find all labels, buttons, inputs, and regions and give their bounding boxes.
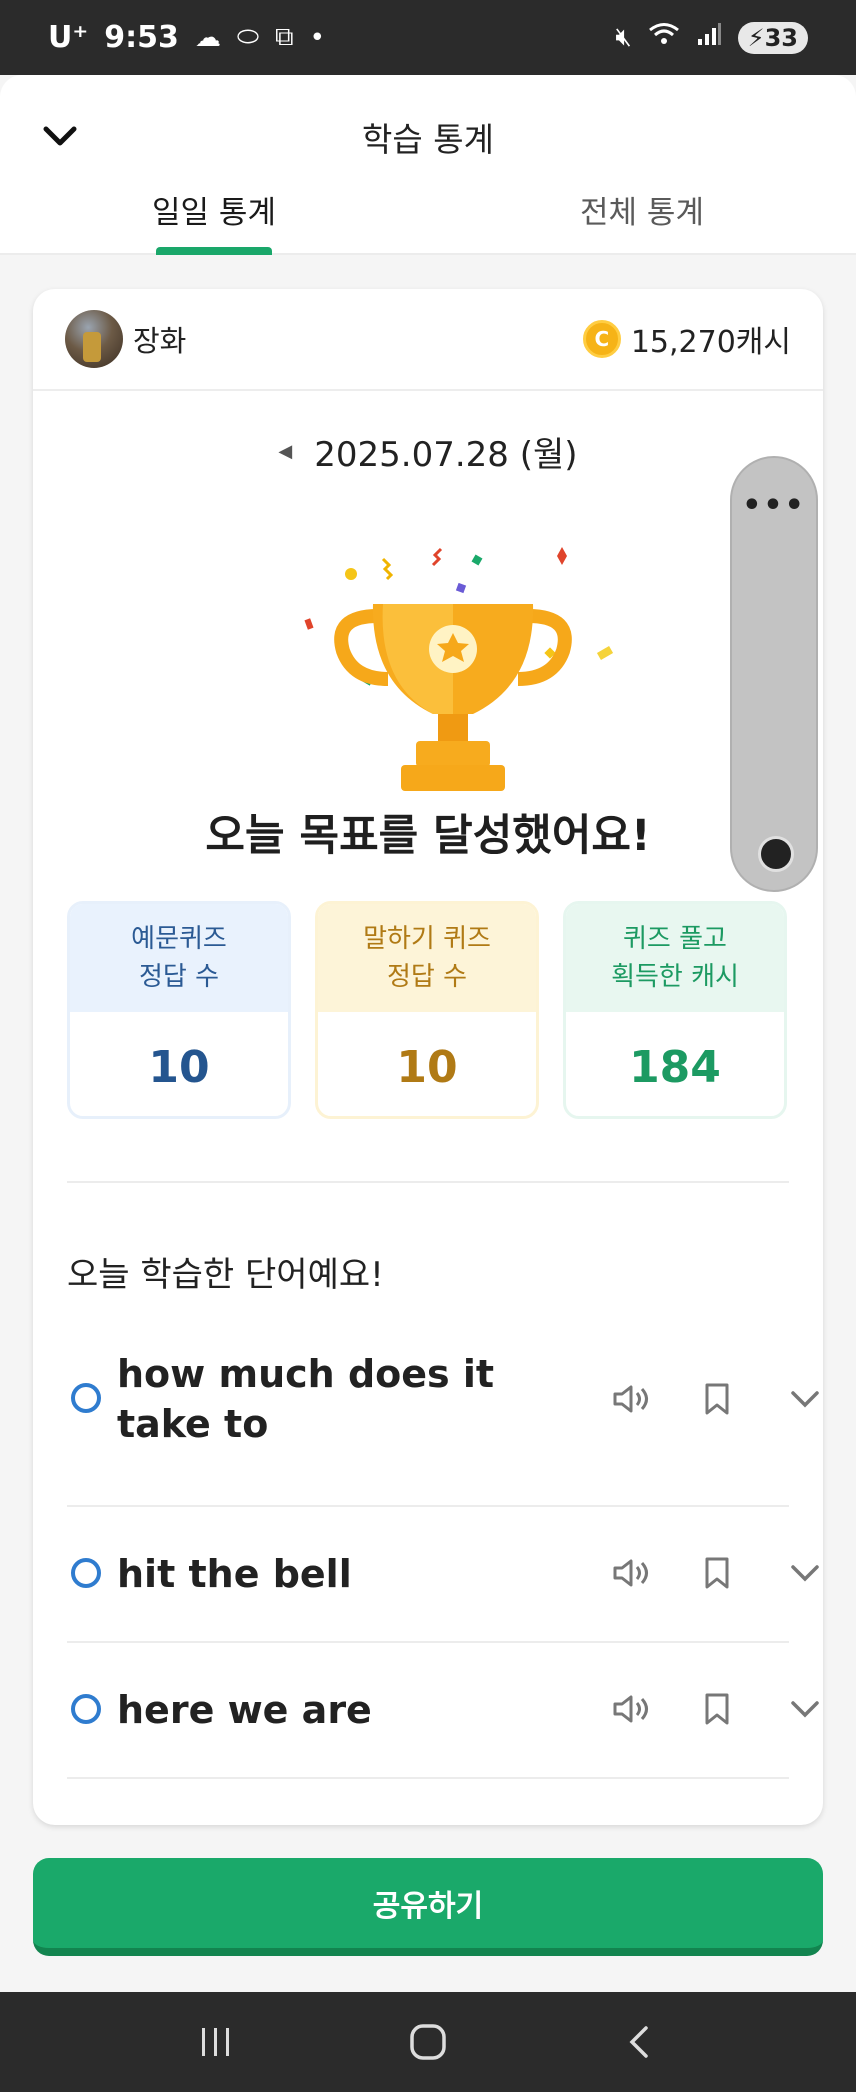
word-text: hit the bell: [117, 1552, 352, 1596]
speaker-icon[interactable]: [609, 1377, 653, 1421]
section-divider: [67, 1181, 789, 1183]
stat-speaking-quiz: 말하기 퀴즈 정답 수 10: [315, 901, 539, 1119]
system-nav-bar: [0, 1992, 856, 2092]
stat-label: 말하기 퀴즈 정답 수: [318, 904, 536, 1012]
words-section-title: 오늘 학습한 단어예요!: [67, 1255, 384, 1295]
expand-chevron-icon[interactable]: [783, 1551, 827, 1595]
back-icon[interactable]: [610, 2012, 670, 2072]
stat-value: 10: [148, 1041, 210, 1093]
cash-balance: C 15,270캐시: [582, 317, 791, 361]
active-tab-indicator: [156, 247, 272, 255]
floating-avatar[interactable]: [758, 836, 794, 872]
battery-indicator: ⚡33: [737, 21, 808, 54]
pill-icon: ⬭: [236, 22, 260, 52]
speaker-icon[interactable]: [609, 1687, 653, 1731]
wifi-icon: [648, 21, 680, 54]
bookmark-icon[interactable]: [695, 1687, 739, 1731]
signal-icon: [696, 21, 722, 54]
stats-card: 장화 C 15,270캐시 ◀ 2025.07.28 (월) 오늘 목표를 달성…: [33, 289, 823, 1825]
user-row: 장화 C 15,270캐시: [33, 289, 823, 391]
date-label: 2025.07.28 (월): [314, 435, 578, 475]
avatar[interactable]: [65, 310, 123, 368]
page-title: 학습 통계: [362, 120, 494, 159]
stat-value: 10: [396, 1041, 458, 1093]
recent-apps-icon[interactable]: [186, 2012, 246, 2072]
date-selector: ◀ 2025.07.28 (월): [33, 427, 823, 476]
status-left: U⁺ 9:53 ☁ ⬭ ⧉ •: [48, 20, 325, 55]
word-status-circle-icon: [71, 1694, 101, 1724]
more-options-icon[interactable]: •••: [732, 488, 816, 523]
word-status-circle-icon: [71, 1558, 101, 1588]
word-text: how much does it take to: [117, 1352, 495, 1446]
stat-value: 184: [629, 1041, 721, 1093]
cash-amount: 15,270캐시: [630, 325, 791, 360]
stat-earned-cash: 퀴즈 풀고 획득한 캐시 184: [563, 901, 787, 1119]
word-row[interactable]: how much does it take to: [67, 1325, 819, 1507]
bookmark-icon[interactable]: [695, 1551, 739, 1595]
clock: 9:53: [104, 20, 179, 55]
previous-date-icon[interactable]: ◀: [278, 441, 292, 462]
carrier-label: U⁺: [48, 20, 89, 55]
expand-chevron-icon[interactable]: [783, 1377, 827, 1421]
screenshot-icon: ⧉: [275, 22, 294, 52]
cloud-icon: ☁: [194, 22, 221, 53]
user-name: 장화: [133, 324, 187, 358]
stat-label: 예문퀴즈 정답 수: [70, 904, 288, 1012]
tab-total-stats[interactable]: 전체 통계: [428, 187, 856, 253]
trophy-icon: [304, 547, 614, 791]
app-header: 학습 통계 일일 통계 전체 통계: [0, 75, 856, 255]
stat-label: 퀴즈 풀고 획득한 캐시: [566, 904, 784, 1012]
mute-icon: 🔇︎: [615, 22, 632, 52]
goal-message: 오늘 목표를 달성했어요!: [205, 811, 651, 861]
expand-chevron-icon[interactable]: [783, 1687, 827, 1731]
bookmark-icon[interactable]: [695, 1377, 739, 1421]
battery-level: 33: [764, 23, 798, 52]
word-text: here we are: [117, 1688, 372, 1732]
trophy-illustration: [273, 529, 633, 829]
word-status-circle-icon: [71, 1383, 101, 1413]
coin-icon: C: [582, 320, 621, 358]
status-bar: U⁺ 9:53 ☁ ⬭ ⧉ • 🔇︎ ⚡33: [0, 0, 856, 75]
home-icon[interactable]: [398, 2012, 458, 2072]
stat-sentence-quiz: 예문퀴즈 정답 수 10: [67, 901, 291, 1119]
tab-daily-stats[interactable]: 일일 통계: [0, 187, 428, 253]
speaker-icon[interactable]: [609, 1551, 653, 1595]
word-row[interactable]: hit the bell: [67, 1507, 819, 1643]
floating-side-panel[interactable]: •••: [730, 456, 818, 892]
status-right: 🔇︎ ⚡33: [615, 21, 808, 54]
share-button[interactable]: 공유하기: [33, 1858, 823, 1956]
word-row[interactable]: here we are: [67, 1643, 819, 1779]
dot-icon: •: [309, 22, 325, 53]
